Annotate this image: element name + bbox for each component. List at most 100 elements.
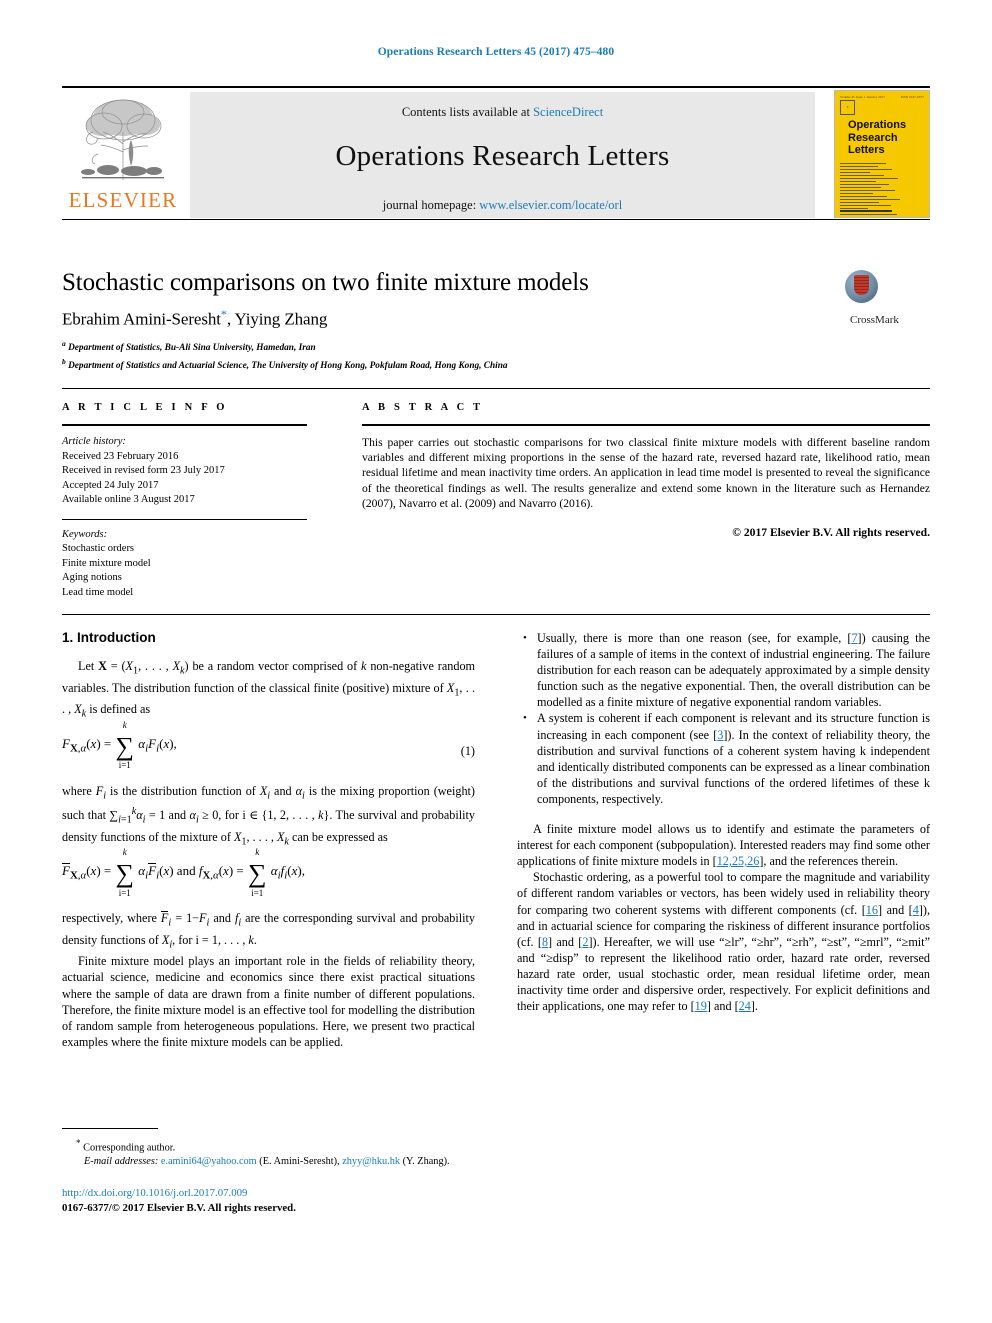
citation-link[interactable]: 16 bbox=[866, 903, 878, 917]
affiliation-a-text: Department of Statistics, Bu-Ali Sina Un… bbox=[68, 342, 316, 353]
citation-link[interactable]: 24 bbox=[739, 999, 751, 1013]
article-info-rule bbox=[62, 424, 307, 426]
corresponding-author-text: Corresponding author. bbox=[83, 1142, 176, 1154]
homepage-prefix: journal homepage: bbox=[382, 198, 477, 212]
equation-2: FX,α(x) = ∑ k i=1 αiFi(x) and fX,α(x) = ∑ k… bbox=[62, 847, 305, 899]
crossmark-label: CrossMark bbox=[850, 314, 899, 326]
list-item: Usually, there is more than one reason (… bbox=[523, 630, 930, 710]
page-title: Stochastic comparisons on two finite mix… bbox=[62, 269, 589, 296]
email-addresses-note: E-mail addresses: e.amini64@yahoo.com (E… bbox=[62, 1155, 475, 1169]
affiliation-b: b Department of Statistics and Actuarial… bbox=[62, 357, 508, 372]
sciencedirect-link[interactable]: ScienceDirect bbox=[533, 105, 603, 119]
crossmark-icon bbox=[845, 270, 878, 303]
left-column: 1. Introduction Let X = (X1, . . . , Xk)… bbox=[62, 630, 475, 1050]
history-item: Received 23 February 2016 bbox=[62, 450, 179, 462]
journal-title: Operations Research Letters bbox=[335, 140, 670, 172]
paper-page: Operations Research Letters 45 (2017) 47… bbox=[0, 0, 992, 1323]
affiliation-a: a Department of Statistics, Bu-Ali Sina … bbox=[62, 338, 316, 353]
email-owner-1: (E. Amini-Seresht), bbox=[259, 1156, 340, 1168]
email-link-2[interactable]: zhyy@hku.hk bbox=[342, 1156, 400, 1167]
paragraph-4: Finite mixture model plays an important … bbox=[62, 954, 475, 1049]
history-item: Accepted 24 July 2017 bbox=[62, 479, 159, 491]
list-item: A system is coherent if each component i… bbox=[523, 710, 930, 807]
masthead-top-rule bbox=[62, 86, 930, 88]
cover-publisher-icon: E bbox=[840, 100, 855, 115]
cover-title-line2: Research bbox=[848, 131, 898, 144]
footnote-rule bbox=[62, 1128, 158, 1129]
keyword-item: Lead time model bbox=[62, 586, 134, 598]
email-owner-2: (Y. Zhang). bbox=[402, 1156, 450, 1168]
issn-copyright-line: 0167-6377/© 2017 Elsevier B.V. All right… bbox=[62, 1202, 296, 1215]
contents-line: Contents lists available at ScienceDirec… bbox=[190, 92, 815, 120]
citation-link[interactable]: 19 bbox=[695, 999, 707, 1013]
cover-volume-text: Volume 45 Issue 1 January 2017 bbox=[840, 95, 886, 99]
crossmark-badge-group[interactable]: CrossMark bbox=[845, 270, 930, 326]
journal-homepage-link[interactable]: www.elsevier.com/locate/orl bbox=[479, 198, 622, 212]
cover-topbar: Volume 45 Issue 1 January 2017 ISSN 0167… bbox=[835, 91, 929, 99]
abstract-heading: A B S T R A C T bbox=[362, 402, 484, 413]
journal-cover-thumbnail[interactable]: Volume 45 Issue 1 January 2017 ISSN 0167… bbox=[834, 90, 930, 218]
article-history-label: Article history: bbox=[62, 436, 126, 447]
history-item: Received in revised form 23 July 2017 bbox=[62, 465, 225, 476]
doi-block: http://dx.doi.org/10.1016/j.orl.2017.07.… bbox=[62, 1186, 475, 1216]
section-heading-introduction: 1. Introduction bbox=[62, 630, 156, 645]
elsevier-logo: ELSEVIER bbox=[62, 92, 184, 218]
band-bottom-rule bbox=[62, 614, 930, 615]
abstract-copyright: © 2017 Elsevier B.V. All rights reserved… bbox=[732, 526, 930, 540]
journal-banner: Contents lists available at ScienceDirec… bbox=[190, 92, 815, 218]
corresponding-author-note: * Corresponding author. bbox=[62, 1136, 475, 1155]
summation-symbol: ∑ k i=1 bbox=[247, 847, 267, 899]
cover-title-line3: Letters bbox=[848, 144, 885, 156]
article-info-column: A R T I C L E I N F O Article history: R… bbox=[62, 402, 307, 600]
elsevier-wordmark: ELSEVIER bbox=[68, 188, 178, 212]
masthead-bottom-rule bbox=[62, 219, 930, 220]
paragraph-5: A finite mixture model allows us to iden… bbox=[517, 821, 930, 869]
right-column: Usually, there is more than one reason (… bbox=[517, 630, 930, 1050]
title-block: Stochastic comparisons on two finite mix… bbox=[62, 268, 930, 374]
keywords-label: Keywords: bbox=[62, 528, 108, 540]
cover-title: Operations Research Letters bbox=[848, 119, 929, 157]
history-item: Available online 3 August 2017 bbox=[62, 494, 195, 505]
running-head: Operations Research Letters 45 (2017) 47… bbox=[377, 46, 615, 58]
p1-part-b: be a random vector comprised of bbox=[188, 659, 362, 673]
p6-part-f: ] and [ bbox=[706, 999, 739, 1014]
p1-part-a: Let bbox=[78, 659, 99, 673]
affiliation-b-text: Department of Statistics and Actuarial S… bbox=[68, 361, 508, 372]
p6-part-b: ] and [ bbox=[877, 902, 913, 917]
paragraph-2: where Fi is the distribution function of… bbox=[62, 783, 475, 848]
summation-symbol: ∑ k i=1 bbox=[115, 719, 135, 771]
info-abstract-band: A R T I C L E I N F O Article history: R… bbox=[62, 388, 930, 615]
keyword-item: Finite mixture model bbox=[62, 557, 151, 569]
email-label: E-mail addresses: bbox=[84, 1156, 159, 1168]
equation-1: FX,α(x) = ∑ k i=1 αiFi(x), (1) bbox=[62, 719, 475, 771]
p1-part-d: is defined as bbox=[86, 702, 151, 717]
journal-masthead: ELSEVIER Contents lists available at Sci… bbox=[62, 86, 930, 220]
cover-title-line1: Operations bbox=[848, 119, 907, 131]
cover-issn-text: ISSN 0167-6377 bbox=[900, 95, 924, 99]
email-link-1[interactable]: e.amini64@yahoo.com bbox=[161, 1156, 257, 1167]
p6-part-d: ] and [ bbox=[548, 934, 583, 949]
paragraph-6: Stochastic ordering, as a powerful tool … bbox=[517, 869, 930, 1014]
cover-footer-bar bbox=[840, 210, 892, 212]
abstract-rule bbox=[362, 424, 930, 426]
p5-post: ], and the references therein. bbox=[759, 854, 899, 869]
citation-link[interactable]: 12,25,26 bbox=[717, 854, 760, 868]
affiliations: a Department of Statistics, Bu-Ali Sina … bbox=[62, 337, 930, 374]
summation-symbol: ∑ k i=1 bbox=[115, 847, 135, 899]
paragraph-3: respectively, where Fi = 1−Fi and fi are… bbox=[62, 911, 475, 951]
examples-list: Usually, there is more than one reason (… bbox=[517, 630, 930, 807]
paragraph-1: Let X = (X1, . . . , Xk) be a random vec… bbox=[62, 659, 476, 720]
abstract-column: A B S T R A C T This paper carries out s… bbox=[362, 402, 930, 600]
keywords-rule bbox=[62, 518, 307, 520]
doi-link[interactable]: http://dx.doi.org/10.1016/j.orl.2017.07.… bbox=[62, 1187, 247, 1199]
homepage-line: journal homepage: www.elsevier.com/locat… bbox=[190, 173, 815, 213]
p6-part-g: ]. bbox=[750, 999, 758, 1014]
asterisk-icon: * bbox=[76, 1138, 81, 1148]
keyword-item: Stochastic orders bbox=[62, 543, 135, 554]
keyword-item: Aging notions bbox=[62, 572, 122, 583]
author-list: Ebrahim Amini-Seresht*, Yiying Zhang bbox=[62, 307, 930, 330]
body-columns: 1. Introduction Let X = (X1, . . . , Xk)… bbox=[62, 630, 930, 1050]
elsevier-tree-icon bbox=[81, 99, 164, 180]
contents-prefix: Contents lists available at bbox=[401, 105, 530, 119]
footnote-block: * Corresponding author. E-mail addresses… bbox=[62, 1128, 475, 1216]
